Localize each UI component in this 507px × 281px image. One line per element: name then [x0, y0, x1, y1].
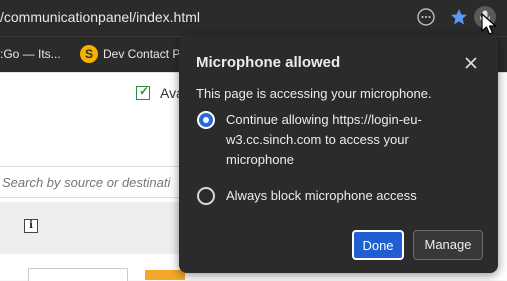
check-icon: ✓: [139, 84, 150, 98]
bookmark-item[interactable]: :Go — Its...: [0, 47, 61, 61]
tab-chip[interactable]: [28, 268, 128, 281]
done-button[interactable]: Done: [352, 230, 404, 260]
microphone-permission-popup: Microphone allowed This page is accessin…: [179, 35, 498, 273]
bookmark-item[interactable]: Dev Contact Pr: [103, 47, 184, 61]
popup-description: This page is accessing your microphone.: [196, 86, 432, 101]
manage-button[interactable]: Manage: [413, 230, 483, 260]
orange-tab[interactable]: [145, 270, 185, 280]
mouse-cursor-icon: [480, 12, 500, 36]
address-bar: /communicationpanel/index.html: [0, 0, 507, 36]
allow-option-line-3: microphone: [226, 152, 294, 167]
close-icon[interactable]: [461, 53, 481, 73]
more-options-icon[interactable]: [417, 8, 435, 26]
allow-option-line-1: Continue allowing https://login-eu-: [226, 112, 422, 127]
bookmark-star-icon[interactable]: [450, 8, 468, 26]
info-icon[interactable]: i: [24, 219, 38, 233]
availability-checkbox[interactable]: ✓: [136, 84, 150, 100]
allow-option-line-2: w3.cc.sinch.com to access your: [226, 132, 409, 147]
block-radio[interactable]: [197, 187, 215, 205]
bookmark-favicon-icon: S: [80, 45, 98, 63]
popup-title: Microphone allowed: [196, 54, 341, 71]
block-option-label: Always block microphone access: [226, 188, 417, 203]
allow-radio[interactable]: [197, 111, 215, 129]
url-text[interactable]: /communicationpanel/index.html: [0, 9, 200, 25]
